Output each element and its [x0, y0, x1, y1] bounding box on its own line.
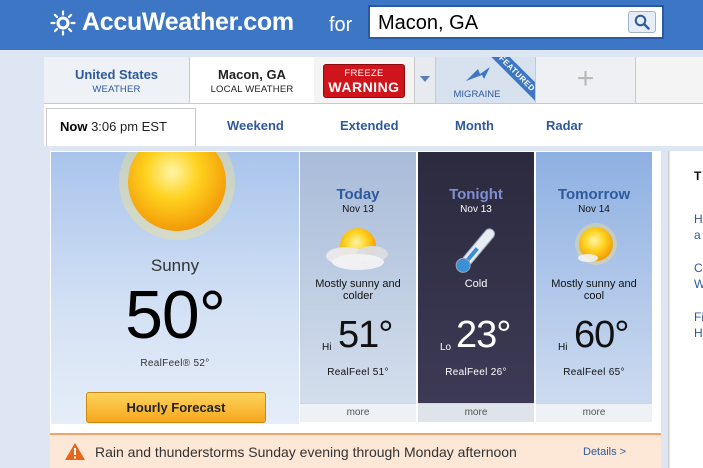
for-label: for — [329, 14, 353, 36]
sidebar-link[interactable]: Fi — [694, 309, 703, 325]
logo-text: AccuWeather.com — [82, 8, 294, 36]
current-temperature: 50° — [125, 277, 226, 353]
sidebar-link[interactable]: H — [694, 325, 703, 341]
forecast-nav: Now 3:06 pm EST Weekend Extended Month R… — [44, 104, 703, 146]
tab-extended[interactable]: Extended — [340, 118, 399, 133]
forecast-description: Mostly sunny and colder — [315, 278, 401, 302]
chevron-down-icon — [420, 76, 430, 82]
tab-radar[interactable]: Radar — [546, 118, 583, 133]
freeze-warning-line1: FREEZE — [344, 68, 384, 79]
tab-month[interactable]: Month — [455, 118, 494, 133]
forecast-hilo-label: Hi — [558, 342, 568, 353]
forecast-more-link[interactable]: more — [300, 403, 416, 422]
location-tabs: United States WEATHER Macon, GA LOCAL WE… — [44, 57, 703, 104]
tab-subtitle: LOCAL WEATHER — [210, 84, 294, 95]
location-search-input[interactable] — [378, 11, 623, 35]
sun-icon — [119, 152, 235, 240]
add-location-button[interactable]: + — [536, 57, 636, 103]
forecast-more-link[interactable]: more — [536, 403, 652, 422]
migraine-label: MIGRAINE — [453, 89, 501, 100]
forecast-card-tonight[interactable]: Tonight Nov 13 Cold Lo 23° RealFeel 26° … — [418, 152, 534, 422]
forecast-date: Nov 13 — [460, 204, 492, 215]
accuweather-logo[interactable]: AccuWeather.com — [50, 8, 294, 37]
sidebar-link[interactable]: H — [694, 211, 703, 227]
forecast-temperature: 51° — [338, 314, 393, 356]
forecast-card-tomorrow[interactable]: Tomorrow Nov 14 Mostly sunny and cool Hi… — [536, 152, 652, 422]
forecast-realfeel: RealFeel 65° — [563, 367, 625, 378]
tab-now-label: Now — [60, 119, 88, 134]
forecast-realfeel: RealFeel 51° — [327, 367, 389, 378]
tab-now[interactable]: Now 3:06 pm EST — [46, 108, 196, 146]
search-button[interactable] — [628, 11, 656, 33]
sun-logo-icon — [50, 9, 76, 36]
thermometer-cold-icon — [455, 228, 495, 273]
sidebar-link[interactable]: a — [694, 227, 701, 243]
forecast-day: Tonight — [449, 186, 503, 203]
tab-united-states-weather[interactable]: United States WEATHER — [44, 57, 190, 103]
forecast-date: Nov 13 — [342, 204, 374, 215]
current-condition: Sunny — [150, 256, 200, 275]
forecast-card-today[interactable]: Today Nov 13 Mostly sunny and colder Hi … — [300, 152, 416, 422]
freeze-warning-line2: WARNING — [328, 79, 400, 95]
current-time: 3:06 pm EST — [91, 119, 167, 134]
forecast-hilo-label: Lo — [440, 342, 452, 353]
forecast-temperature: 23° — [456, 314, 511, 356]
forecast-day: Today — [336, 186, 380, 203]
current-realfeel: RealFeel® 52° — [140, 358, 210, 369]
warning-icon — [65, 443, 85, 460]
sidebar-link[interactable]: C — [694, 260, 703, 276]
tab-title: Macon, GA — [218, 67, 286, 82]
partly-sunny-icon — [326, 228, 388, 270]
tab-title: United States — [74, 67, 159, 82]
forecast-temperature: 60° — [574, 314, 629, 356]
forecast-description: Cold — [464, 278, 488, 290]
tab-subtitle: WEATHER — [92, 84, 141, 95]
forecast-more-link[interactable]: more — [418, 403, 534, 422]
search-icon — [634, 14, 650, 30]
tab-weekend[interactable]: Weekend — [227, 118, 284, 133]
alert-text: Rain and thunderstorms Sunday evening th… — [95, 444, 517, 460]
mostly-sunny-icon — [575, 223, 617, 265]
forecast-hilo-label: Hi — [322, 342, 332, 353]
alert-details-link[interactable]: Details > — [583, 446, 626, 458]
sidebar-link[interactable]: W — [694, 276, 703, 292]
location-search — [368, 5, 664, 39]
forecast-date: Nov 14 — [578, 204, 610, 215]
sidebar-heading: T — [694, 169, 702, 183]
column-divider — [668, 151, 669, 468]
freeze-warning-button[interactable]: FREEZE WARNING — [323, 64, 405, 98]
migraine-tab[interactable]: FEATURED MIGRAINE — [436, 57, 536, 103]
hourly-forecast-button[interactable]: Hourly Forecast — [86, 392, 266, 423]
forecast-day: Tomorrow — [557, 186, 631, 203]
location-dropdown-button[interactable] — [414, 57, 436, 103]
tab-local-weather[interactable]: Macon, GA LOCAL WEATHER — [190, 57, 314, 103]
forecast-description: Mostly sunny and cool — [551, 278, 637, 302]
forecast-realfeel: RealFeel 26° — [445, 367, 507, 378]
weather-alert-bar[interactable]: Rain and thunderstorms Sunday evening th… — [50, 433, 661, 468]
